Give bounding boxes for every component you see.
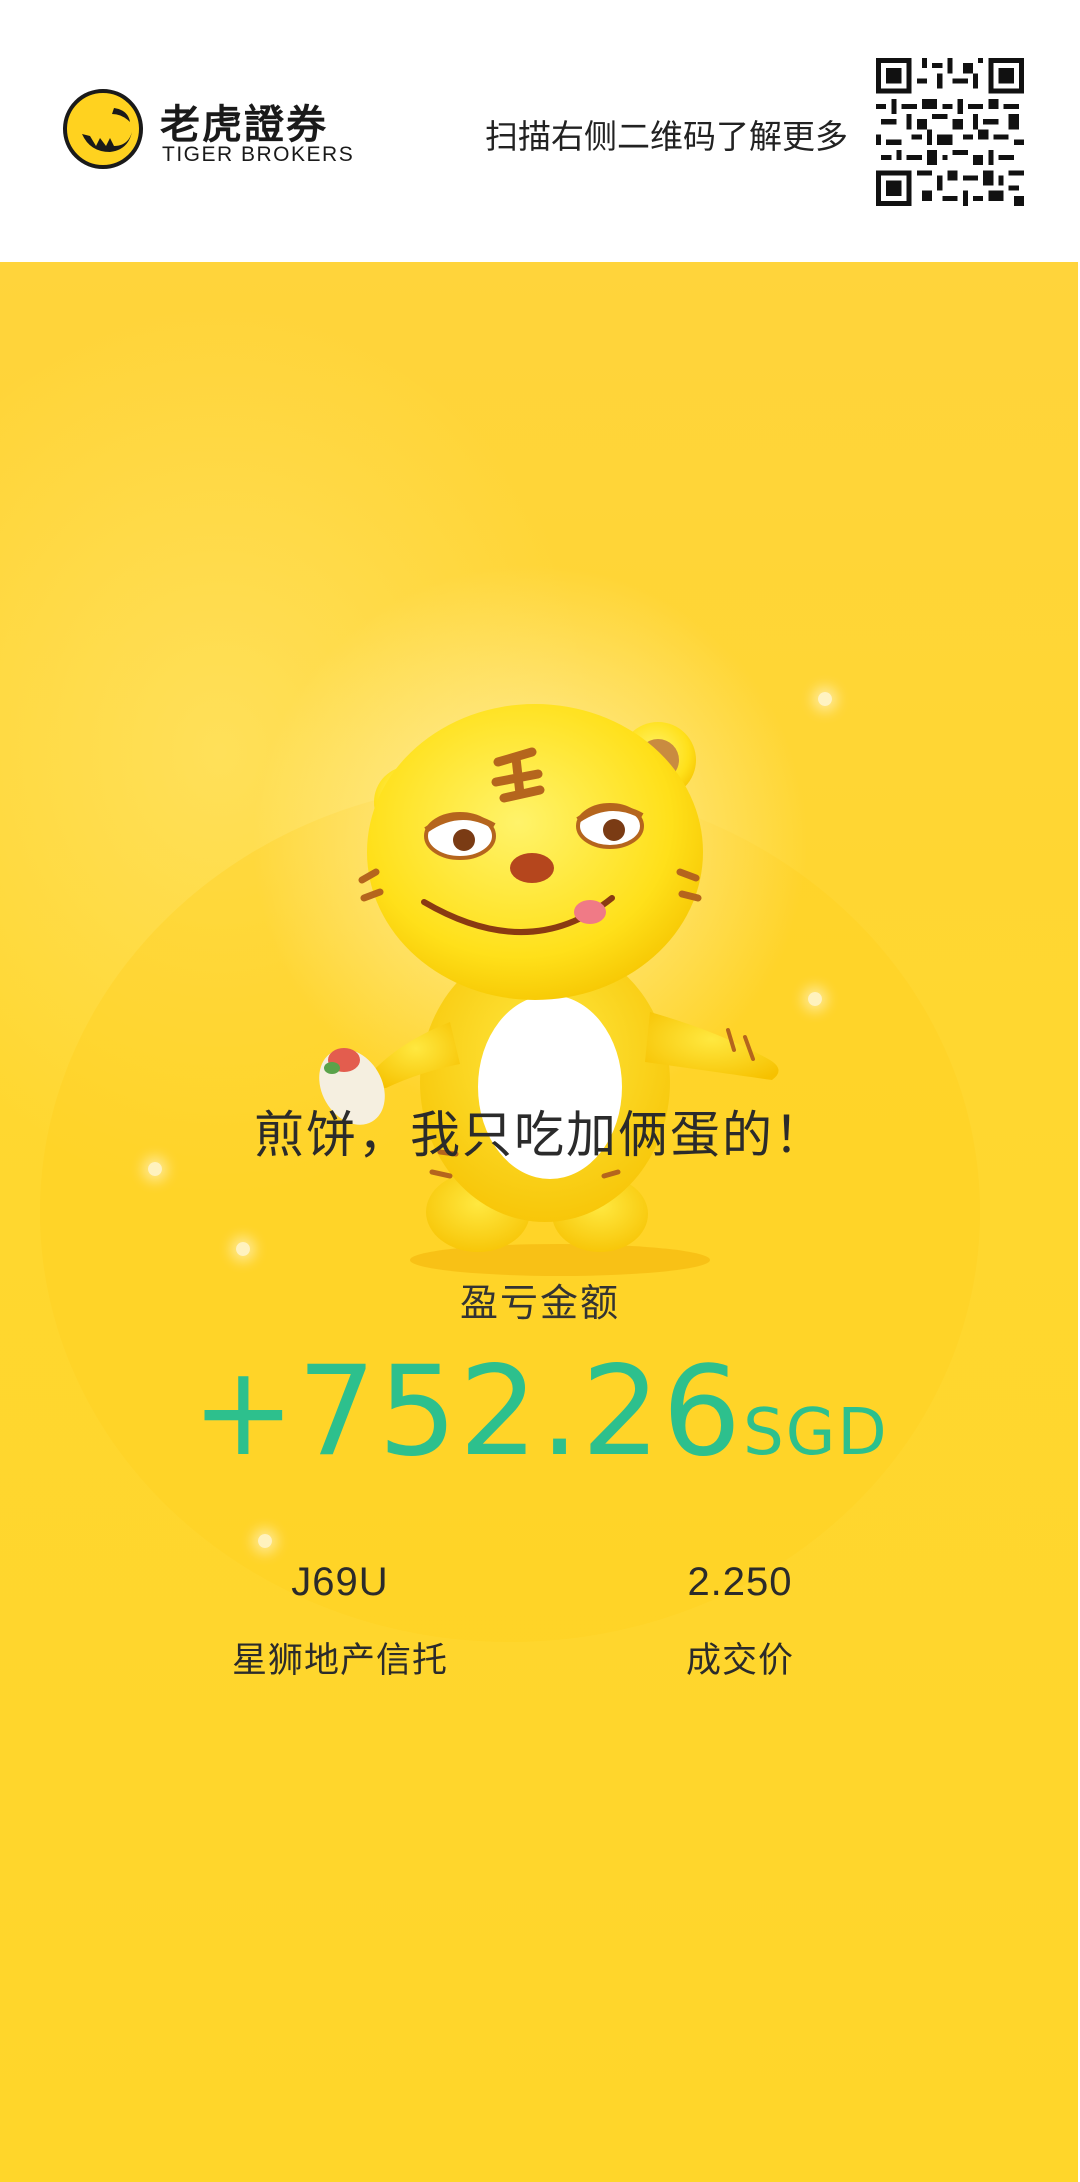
profit-loss-label: 盈亏金额 <box>459 1283 620 1325</box>
share-header: 老虎證券 TIGER BROKERS 扫描右侧二维码了解更多 <box>0 0 1080 262</box>
trade-price-value: 2.250 <box>687 1560 793 1604</box>
profit-loss-value: +752.26 <box>191 1340 744 1484</box>
qr-code-icon[interactable] <box>876 58 1024 206</box>
brand-name-en: TIGER BROKERS <box>162 143 355 166</box>
share-card: 煎饼，我只吃加俩蛋的！ 盈亏金额 +752.26SGD J69U 星狮地产信托 … <box>0 262 1080 2182</box>
slogan-text: 煎饼，我只吃加俩蛋的！ <box>254 1107 826 1163</box>
tiger-mascot-illustration <box>319 704 779 1276</box>
stock-name: 星狮地产信托 <box>231 1641 448 1680</box>
trade-price-label: 成交价 <box>685 1641 794 1680</box>
profit-loss-currency: SGD <box>743 1396 889 1470</box>
profit-loss-amount: +752.26SGD <box>0 1340 1080 1484</box>
stock-code: J69U <box>291 1560 389 1604</box>
scan-hint-text: 扫描右侧二维码了解更多 <box>485 118 848 155</box>
brand-name-cn: 老虎證券 <box>160 103 328 147</box>
sparkle-decoration <box>236 1242 250 1256</box>
sparkle-decoration <box>258 1534 272 1548</box>
sparkle-decoration <box>818 692 832 706</box>
tiger-logo-icon <box>63 89 143 169</box>
